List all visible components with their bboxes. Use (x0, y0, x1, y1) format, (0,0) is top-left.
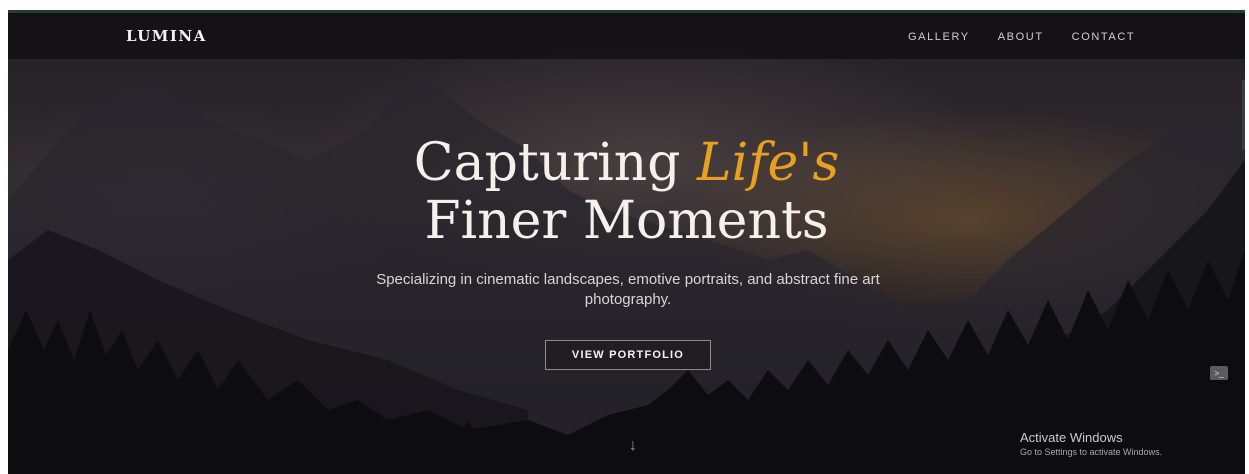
nav-gallery-link[interactable]: GALLERY (908, 31, 970, 43)
nav-about-link[interactable]: ABOUT (998, 31, 1044, 43)
nav-menu: GALLERY ABOUT CONTACT (908, 31, 1163, 43)
top-navbar: LUMINA GALLERY ABOUT CONTACT (8, 13, 1245, 59)
scrollbar[interactable] (1242, 80, 1245, 150)
view-portfolio-button[interactable]: VIEW PORTFOLIO (545, 340, 711, 370)
arrow-down-icon[interactable]: ↓ (629, 437, 637, 455)
hero-section: LUMINA GALLERY ABOUT CONTACT Capturing L… (8, 10, 1245, 474)
hero-title-accent: Life's (697, 133, 840, 193)
hero-heading: Capturing Life's Finer Moments (8, 134, 1245, 250)
nav-contact-link[interactable]: CONTACT (1072, 31, 1136, 43)
chat-widget-icon[interactable]: >_ (1210, 366, 1228, 380)
windows-activation-watermark: Activate Windows Go to Settings to activ… (1020, 430, 1162, 457)
hero-title-part1: Capturing (413, 133, 698, 193)
site-logo[interactable]: LUMINA (126, 27, 207, 45)
hero-title-line2: Finer Moments (424, 191, 829, 251)
hero-subtitle: Specializing in cinematic landscapes, em… (376, 271, 880, 308)
activate-subtitle: Go to Settings to activate Windows. (1020, 447, 1163, 457)
activate-title: Activate Windows (1020, 430, 1123, 445)
